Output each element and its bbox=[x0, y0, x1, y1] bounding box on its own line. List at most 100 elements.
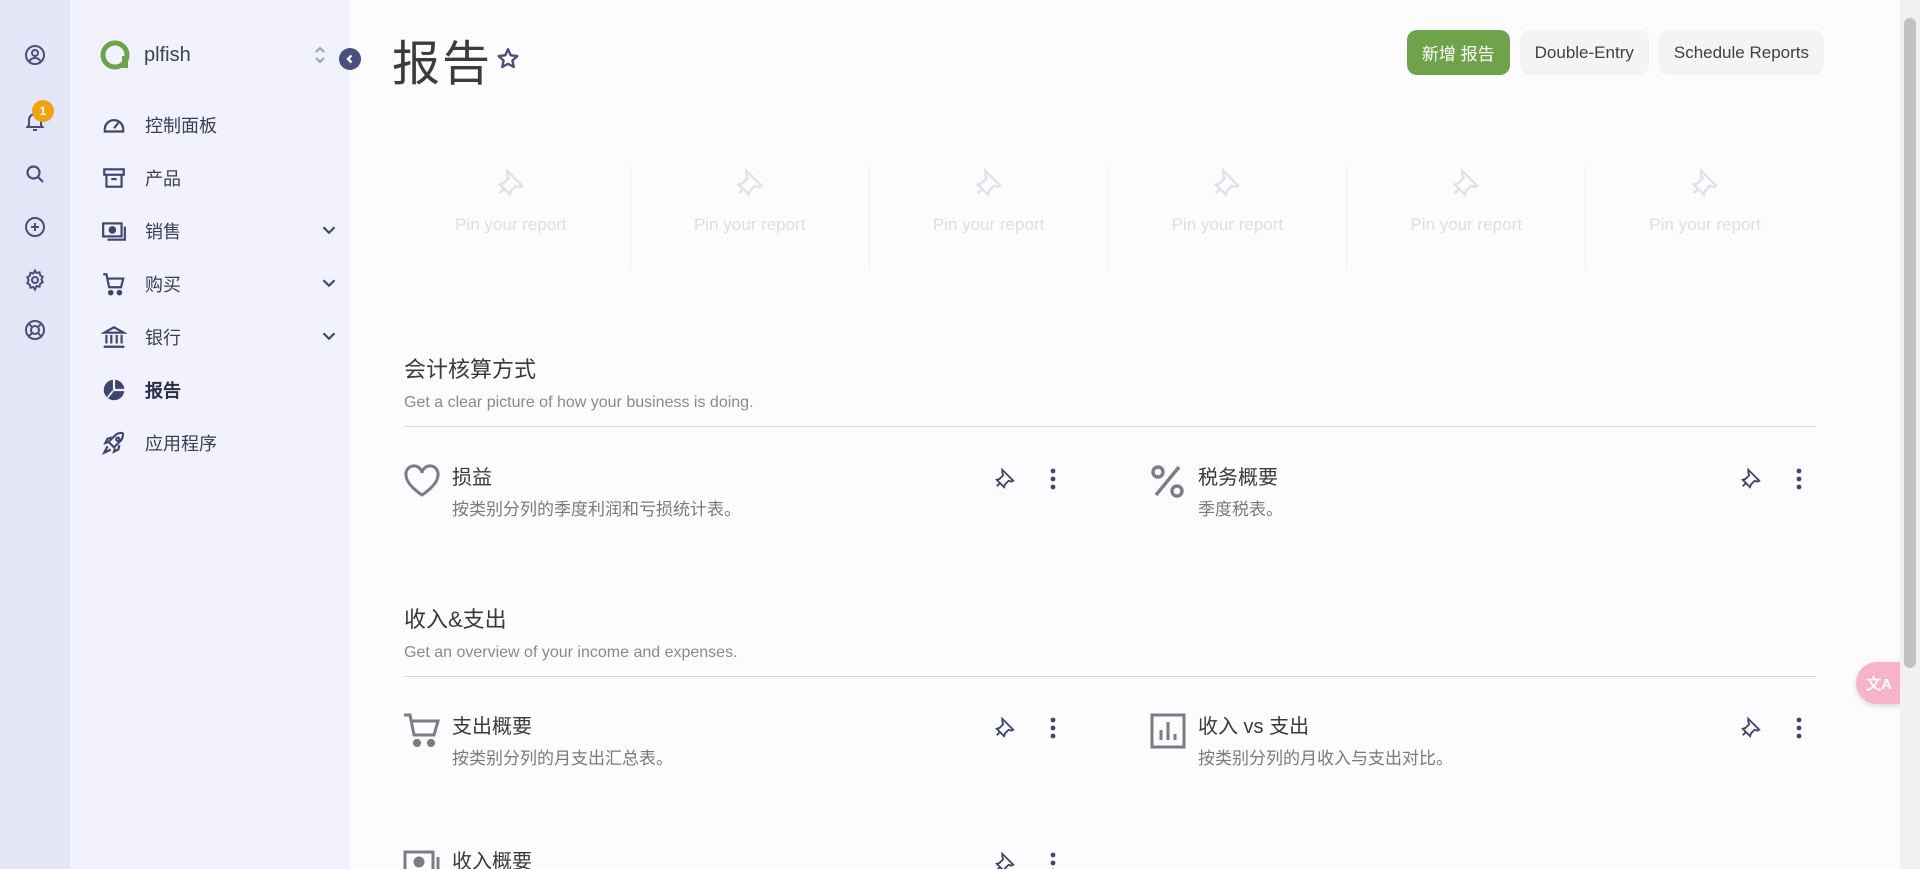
section-divider bbox=[404, 676, 1816, 677]
pin-slot[interactable]: Pin your report bbox=[1586, 165, 1824, 270]
section-divider bbox=[404, 426, 1816, 427]
bank-icon bbox=[100, 323, 128, 351]
report-card-expense-summary: 支出概要 按类别分列的月支出汇总表。 bbox=[402, 710, 1056, 776]
double-entry-button[interactable]: Double-Entry bbox=[1519, 30, 1649, 75]
pinned-reports: Pin your report Pin your report Pin your… bbox=[392, 165, 1824, 270]
notification-count-badge: 1 bbox=[32, 100, 54, 122]
pin-slot[interactable]: Pin your report bbox=[870, 165, 1109, 270]
bar-chart-icon bbox=[1150, 713, 1186, 749]
report-card-profit-loss: 损益 按类别分列的季度利润和亏损统计表。 bbox=[402, 461, 1056, 527]
pin-placeholder-text: Pin your report bbox=[455, 215, 567, 234]
sidebar-item-label: 控制面板 bbox=[145, 115, 217, 136]
sidebar-item-products[interactable]: 产品 bbox=[100, 151, 340, 204]
pin-placeholder-text: Pin your report bbox=[1649, 215, 1761, 234]
add-new-icon[interactable] bbox=[19, 211, 51, 243]
sidebar-item-label: 应用程序 bbox=[145, 433, 217, 454]
cash-icon bbox=[403, 850, 440, 869]
archive-icon bbox=[100, 164, 128, 192]
company-name: plfish bbox=[144, 43, 191, 66]
more-vertical-icon[interactable] bbox=[1787, 714, 1811, 742]
pin-slot[interactable]: Pin your report bbox=[392, 165, 631, 270]
search-icon[interactable] bbox=[19, 158, 51, 190]
report-title[interactable]: 税务概要 bbox=[1198, 461, 1278, 490]
sidebar-item-label: 报告 bbox=[145, 380, 181, 401]
pin-placeholder-text: Pin your report bbox=[693, 215, 806, 234]
settings-gear-icon[interactable] bbox=[19, 264, 51, 296]
sidebar-nav: 控制面板 产品 销售 购买 银行 报告 应用程序 bbox=[100, 98, 340, 469]
section-income-expense: 收入&支出 Get an overview of your income and… bbox=[404, 602, 1816, 677]
sidebar-item-label: 银行 bbox=[145, 327, 181, 348]
pie-chart-icon bbox=[100, 376, 128, 404]
report-card-tax-summary: 税务概要 季度税表。 bbox=[1148, 461, 1802, 527]
schedule-reports-button[interactable]: Schedule Reports bbox=[1658, 30, 1824, 75]
report-title[interactable]: 支出概要 bbox=[452, 710, 532, 739]
icon-rail: 1 bbox=[0, 0, 70, 869]
report-title[interactable]: 损益 bbox=[452, 461, 492, 490]
pin-icon[interactable] bbox=[1740, 716, 1762, 738]
pin-icon bbox=[736, 167, 764, 197]
pin-icon bbox=[1452, 167, 1480, 197]
heart-icon bbox=[404, 464, 440, 497]
sidebar-item-purchases[interactable]: 购买 bbox=[100, 257, 340, 310]
scrollbar-thumb[interactable] bbox=[1904, 18, 1916, 668]
pin-icon bbox=[1691, 167, 1719, 197]
pin-icon bbox=[974, 167, 1002, 197]
chevron-left-icon bbox=[346, 54, 353, 64]
section-title: 会计核算方式 bbox=[404, 357, 537, 382]
company-switcher[interactable]: plfish bbox=[100, 38, 330, 72]
report-description: 按类别分列的季度利润和亏损统计表。 bbox=[452, 500, 741, 519]
more-vertical-icon[interactable] bbox=[1041, 849, 1065, 869]
profile-icon[interactable] bbox=[19, 39, 51, 71]
report-title[interactable]: 收入概要 bbox=[452, 845, 532, 869]
report-description: 按类别分列的月收入与支出对比。 bbox=[1198, 749, 1453, 768]
sidebar-collapse-button[interactable] bbox=[339, 48, 361, 70]
pin-slot[interactable]: Pin your report bbox=[1347, 165, 1587, 270]
rocket-icon bbox=[100, 429, 128, 457]
cash-icon bbox=[100, 217, 128, 245]
new-report-button[interactable]: 新增 报告 bbox=[1406, 30, 1510, 75]
sidebar-item-label: 销售 bbox=[145, 221, 181, 242]
notifications-icon[interactable]: 1 bbox=[19, 100, 54, 137]
favorite-star-icon[interactable] bbox=[495, 46, 521, 72]
report-description: 按类别分列的月支出汇总表。 bbox=[452, 749, 673, 768]
main-content: 报告 新增 报告 Double-Entry Schedule Reports P… bbox=[350, 0, 1900, 869]
more-vertical-icon[interactable] bbox=[1787, 465, 1811, 493]
cart-icon bbox=[100, 270, 128, 298]
cart-icon bbox=[404, 713, 440, 748]
sidebar: plfish 控制面板 产品 销售 购买 银行 报告 应用程序 bbox=[70, 0, 350, 869]
pin-icon[interactable] bbox=[994, 851, 1016, 869]
pin-placeholder-text: Pin your report bbox=[1171, 215, 1284, 234]
sidebar-item-banking[interactable]: 银行 bbox=[100, 310, 340, 363]
chevron-up-down-icon bbox=[315, 46, 325, 64]
chevron-down-icon[interactable] bbox=[318, 272, 340, 294]
dashboard-icon bbox=[100, 111, 128, 139]
report-card-income-vs-expense: 收入 vs 支出 按类别分列的月收入与支出对比。 bbox=[1148, 710, 1802, 776]
report-description: 季度税表。 bbox=[1198, 500, 1283, 519]
pin-placeholder-text: Pin your report bbox=[1410, 215, 1522, 234]
vertical-scrollbar[interactable] bbox=[1900, 0, 1920, 869]
section-accounting: 会计核算方式 Get a clear picture of how your b… bbox=[404, 352, 1816, 427]
chevron-down-icon[interactable] bbox=[318, 325, 340, 347]
pin-slot[interactable]: Pin your report bbox=[1108, 165, 1348, 270]
pin-icon[interactable] bbox=[994, 467, 1016, 489]
more-vertical-icon[interactable] bbox=[1041, 714, 1065, 742]
header-actions: 新增 报告 Double-Entry Schedule Reports bbox=[1406, 30, 1824, 75]
sidebar-item-label: 产品 bbox=[145, 168, 181, 189]
translate-button[interactable]: 文A bbox=[1856, 662, 1902, 704]
sidebar-item-apps[interactable]: 应用程序 bbox=[100, 416, 340, 469]
support-lifebuoy-icon[interactable] bbox=[19, 314, 51, 346]
report-card-income-summary: 收入概要 bbox=[402, 845, 1056, 869]
pin-icon[interactable] bbox=[1740, 467, 1762, 489]
report-title[interactable]: 收入 vs 支出 bbox=[1198, 710, 1309, 739]
page-title: 报告 bbox=[392, 38, 493, 91]
more-vertical-icon[interactable] bbox=[1041, 465, 1065, 493]
sidebar-item-dashboard[interactable]: 控制面板 bbox=[100, 98, 340, 151]
section-description: Get a clear picture of how your business… bbox=[404, 394, 754, 411]
sidebar-item-sales[interactable]: 销售 bbox=[100, 204, 340, 257]
chevron-down-icon[interactable] bbox=[318, 219, 340, 241]
sidebar-item-reports[interactable]: 报告 bbox=[100, 363, 340, 416]
section-description: Get an overview of your income and expen… bbox=[404, 644, 738, 661]
sidebar-item-label: 购买 bbox=[145, 274, 181, 295]
pin-slot[interactable]: Pin your report bbox=[631, 165, 870, 270]
pin-icon[interactable] bbox=[994, 716, 1016, 738]
